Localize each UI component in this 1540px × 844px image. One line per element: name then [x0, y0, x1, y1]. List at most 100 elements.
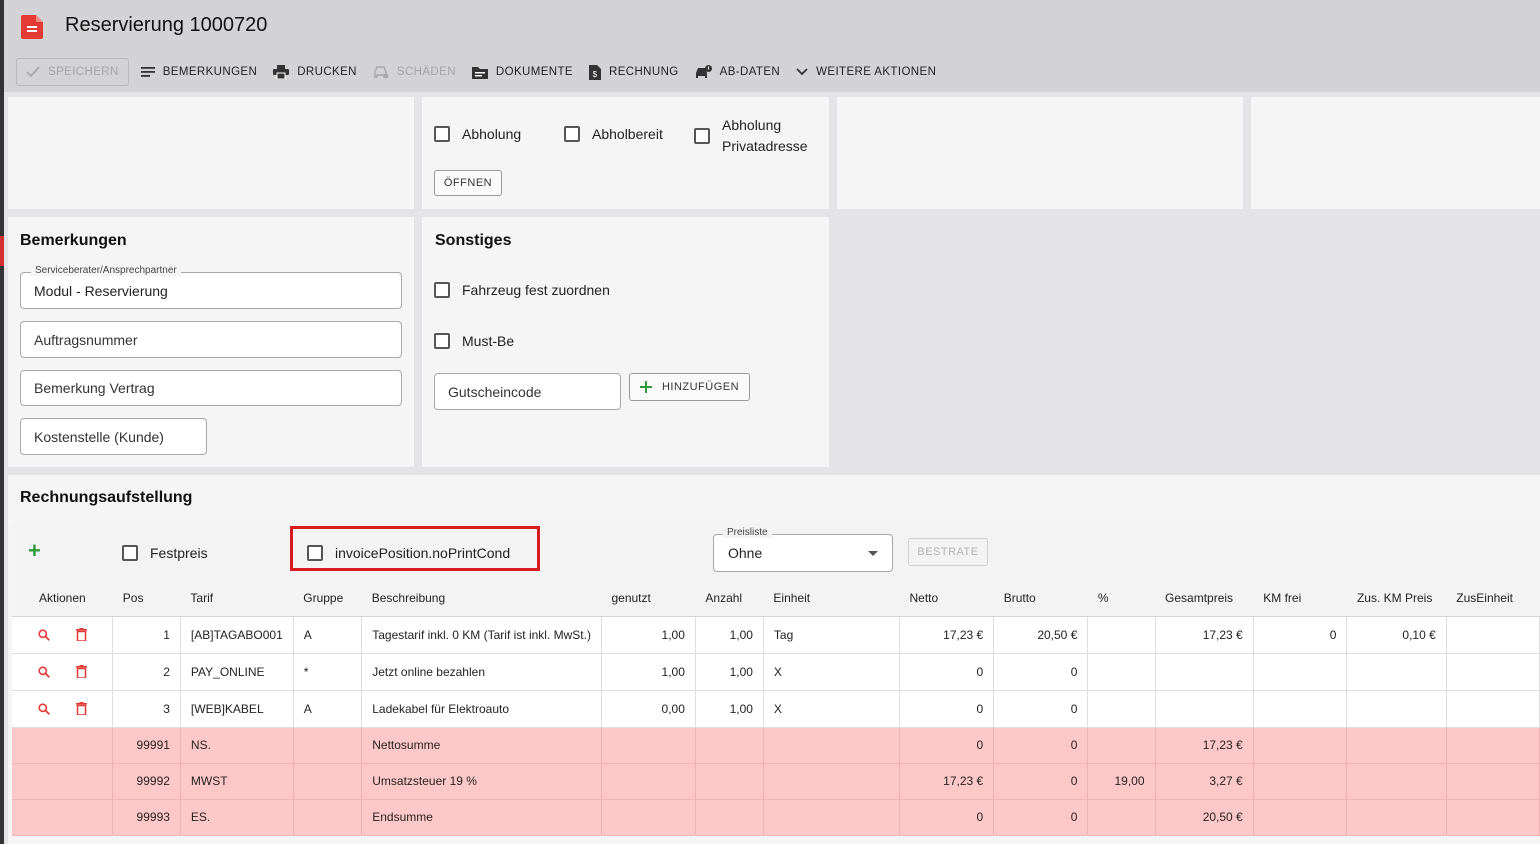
contract-remark-field[interactable]: Bemerkung Vertrag [20, 370, 402, 406]
abholbereit-checkbox[interactable]: Abholbereit [564, 126, 663, 142]
privatadresse-box[interactable] [694, 128, 710, 144]
abholung-checkbox[interactable]: Abholung [434, 126, 521, 142]
search-icon[interactable] [37, 665, 51, 679]
chevron-down-icon [796, 68, 808, 76]
delete-icon[interactable] [74, 665, 88, 679]
notes-icon [140, 67, 155, 77]
cell-genutzt: 0,00 [601, 690, 696, 728]
open-button[interactable]: ÖFFNEN [434, 170, 502, 196]
more-actions-button[interactable]: WEITERE AKTIONEN [788, 58, 944, 86]
col-header[interactable]: Gesamtpreis [1155, 580, 1254, 617]
print-button[interactable]: DRUCKEN [265, 58, 365, 86]
cell-genutzt [601, 799, 696, 836]
fixed-price-box[interactable] [122, 545, 138, 561]
order-number-field[interactable]: Auftragsnummer [20, 321, 402, 358]
app-left-edge [0, 0, 4, 844]
cell-netto: 17,23 € [899, 616, 995, 654]
ab-data-button[interactable]: AB-DATEN [687, 58, 789, 86]
cell-zus-km [1346, 763, 1447, 800]
document-icon [21, 15, 43, 39]
voucher-field[interactable]: Gutscheincode [434, 373, 621, 410]
car-info-icon [695, 65, 712, 78]
documents-button[interactable]: DOKUMENTE [464, 58, 581, 86]
order-number-placeholder: Auftragsnummer [34, 331, 138, 348]
cell-netto: 17,23 € [899, 763, 995, 800]
search-icon[interactable] [37, 702, 51, 716]
col-header[interactable]: Anzahl [695, 580, 764, 617]
abholbereit-box[interactable] [564, 126, 580, 142]
pricelist-label: Preisliste [723, 527, 772, 538]
cell-genutzt: 1,00 [601, 653, 696, 691]
col-header[interactable]: Gruppe [293, 580, 362, 617]
cell-zus-einheit [1446, 616, 1540, 654]
cell-zus-einheit [1446, 799, 1540, 836]
pricelist-value: Ohne [728, 545, 763, 561]
cell-pos: 99991 [112, 727, 181, 764]
cell-anzahl [695, 799, 764, 836]
cell-gruppe [293, 799, 363, 836]
save-button[interactable]: SPEICHERN [16, 58, 129, 86]
col-header[interactable]: Pos [112, 580, 181, 617]
cell-anzahl: 1,00 [695, 653, 764, 691]
must-be-box[interactable] [434, 333, 450, 349]
table-row[interactable]: 1 [AB]TAGABO001 A Tagestarif inkl. 0 KM … [12, 616, 1540, 654]
delete-icon[interactable] [74, 702, 88, 716]
col-header[interactable]: Zus. KM Preis [1346, 580, 1447, 617]
col-header[interactable]: Brutto [993, 580, 1088, 617]
col-header[interactable]: Beschreibung [361, 580, 602, 617]
cell-zus-einheit [1446, 690, 1540, 728]
print-label: DRUCKEN [297, 66, 357, 78]
cell-zus-km: 0,10 € [1346, 616, 1447, 654]
pricelist-select[interactable]: Preisliste Ohne [713, 527, 893, 572]
cell-gruppe [293, 727, 363, 764]
privatadresse-line2: Privatadresse [722, 138, 808, 154]
page-title: Reservierung 1000720 [65, 14, 268, 36]
assign-vehicle-box[interactable] [434, 282, 450, 298]
delete-icon[interactable] [74, 628, 88, 642]
col-header[interactable]: Netto [899, 580, 994, 617]
add-voucher-button[interactable]: HINZUFÜGEN [629, 373, 750, 401]
cell-zus-km [1346, 690, 1447, 728]
cell-brutto: 20,50 € [993, 616, 1089, 654]
cost-center-field[interactable]: Kostenstelle (Kunde) [20, 418, 207, 455]
damages-button[interactable]: SCHÄDEN [365, 58, 464, 86]
abholung-box[interactable] [434, 126, 450, 142]
cell-zus-einheit [1446, 763, 1540, 800]
invoice-table: Aktionen Pos Tarif Gruppe Beschreibung g… [12, 580, 1540, 836]
col-header[interactable]: Einheit [763, 580, 900, 617]
cell-pos: 1 [112, 616, 181, 654]
col-header[interactable]: KM frei [1253, 580, 1347, 617]
cell-anzahl: 1,00 [695, 616, 764, 654]
invoice-button[interactable]: $ RECHNUNG [581, 58, 687, 86]
advisor-field[interactable]: Serviceberater/Ansprechpartner Modul - R… [20, 265, 402, 309]
remarks-button[interactable]: BEMERKUNGEN [133, 58, 266, 86]
cell-km-frei [1253, 653, 1348, 691]
search-icon[interactable] [37, 628, 51, 642]
col-header[interactable]: genutzt [601, 580, 696, 617]
cell-gruppe: A [293, 690, 363, 728]
fixed-price-checkbox[interactable]: Festpreis [122, 545, 208, 561]
col-header[interactable]: Tarif [180, 580, 294, 617]
invoice-title: Rechnungsaufstellung [20, 489, 193, 506]
dropdown-arrow-icon [868, 551, 878, 556]
assign-vehicle-checkbox[interactable]: Fahrzeug fest zuordnen [434, 282, 610, 298]
add-position-icon[interactable]: + [28, 538, 41, 564]
plus-icon [639, 381, 652, 393]
table-row[interactable]: 2 PAY_ONLINE * Jetzt online bezahlen 1,0… [12, 653, 1540, 691]
privatadresse-checkbox[interactable]: Abholung Privatadresse [694, 115, 808, 157]
left-edge-marker [0, 236, 4, 266]
cell-km-frei [1253, 690, 1348, 728]
top-panel-4 [1251, 97, 1540, 209]
col-header[interactable]: % [1087, 580, 1156, 617]
cell-km-frei [1253, 799, 1348, 836]
cell-pct: 19,00 [1087, 763, 1156, 800]
svg-text:$: $ [593, 70, 598, 79]
cell-gesamt: 17,23 € [1155, 727, 1254, 764]
cell-tarif: ES. [180, 799, 294, 836]
col-header[interactable]: ZusEinheit [1446, 580, 1540, 617]
cell-tarif: [WEB]KABEL [180, 690, 294, 728]
table-row[interactable]: 3 [WEB]KABEL A Ladekabel für Elektroauto… [12, 690, 1540, 728]
col-header[interactable]: Aktionen [12, 580, 113, 617]
best-rate-button[interactable]: BESTRATE [908, 538, 988, 566]
must-be-checkbox[interactable]: Must-Be [434, 333, 514, 349]
